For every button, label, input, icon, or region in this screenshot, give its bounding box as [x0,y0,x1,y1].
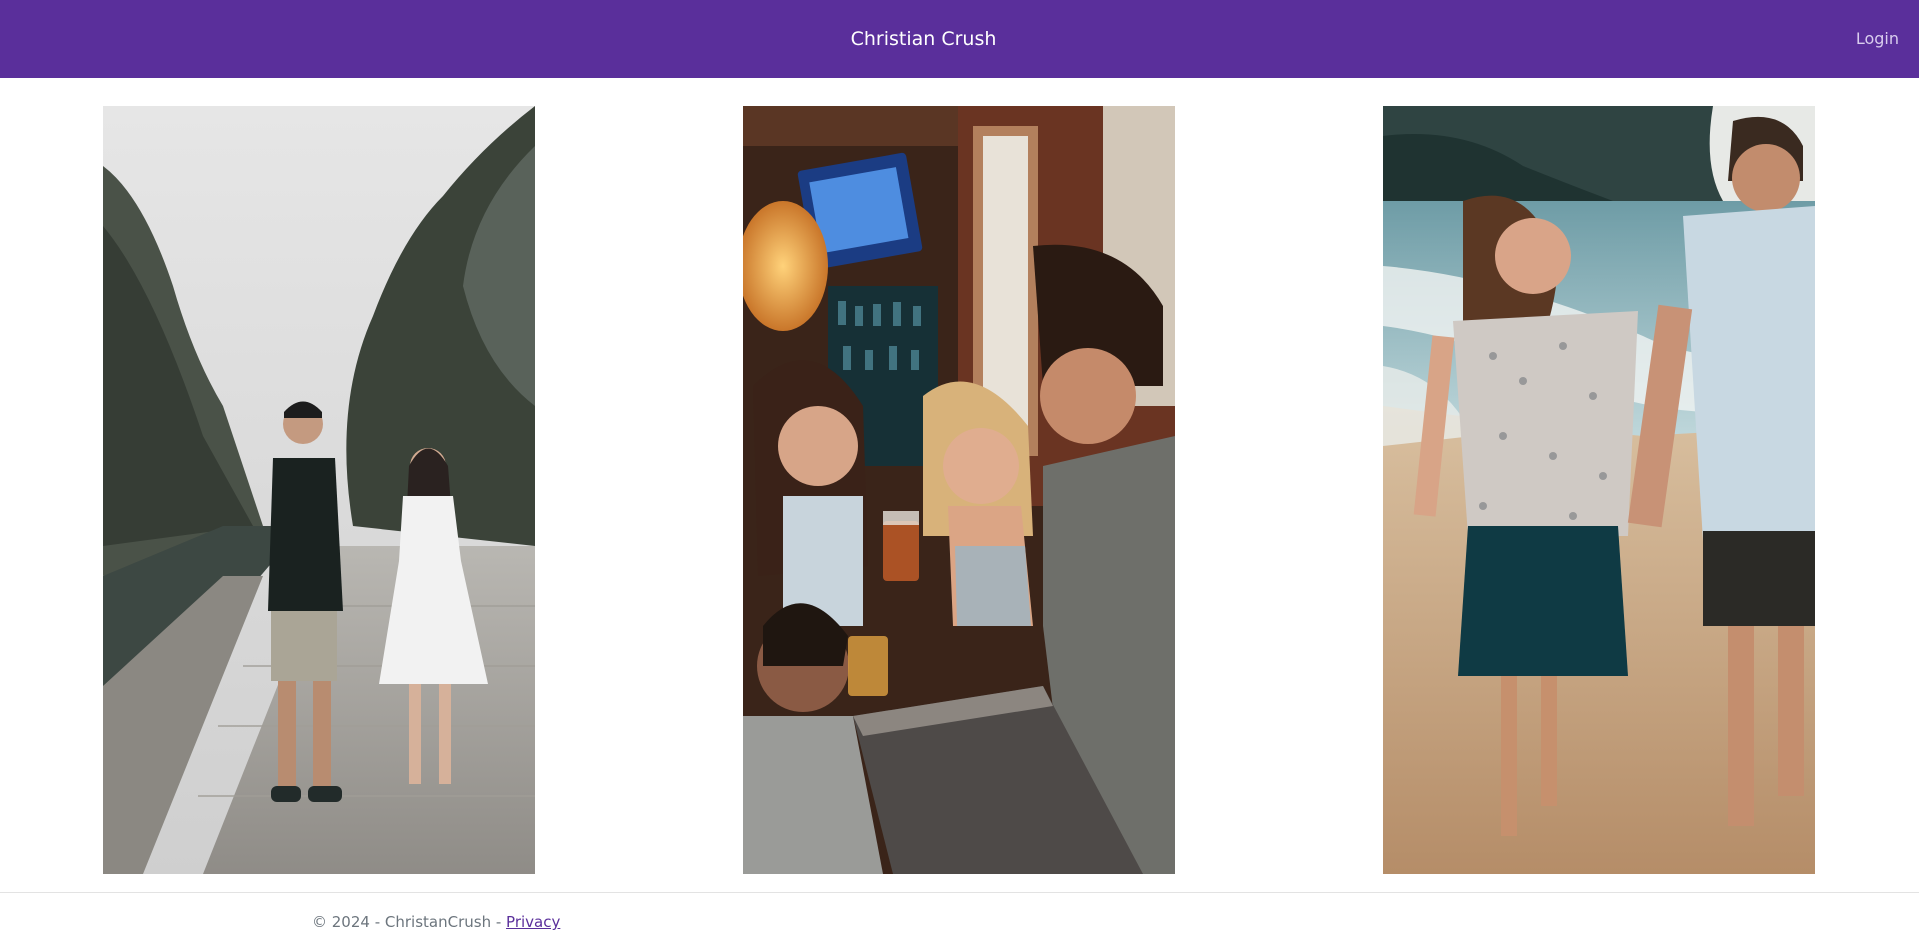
river-couple-image [103,106,535,874]
bar-friends-image [743,106,1175,874]
footer: © 2024 - ChristanCrush - Privacy [0,892,1919,951]
gallery-photo-beach-couple [1383,106,1815,874]
brand-link[interactable]: Christian Crush [0,0,1847,78]
gallery-photo-river-couple [103,106,535,874]
gallery-photo-bar-friends [743,106,1175,874]
privacy-link[interactable]: Privacy [506,913,560,931]
copyright-text: © 2024 - ChristanCrush - [312,913,507,931]
beach-couple-image [1383,106,1815,874]
login-link[interactable]: Login [1856,0,1899,78]
footer-text: © 2024 - ChristanCrush - Privacy [312,913,560,931]
top-navbar: Christian Crush Login [0,0,1919,78]
